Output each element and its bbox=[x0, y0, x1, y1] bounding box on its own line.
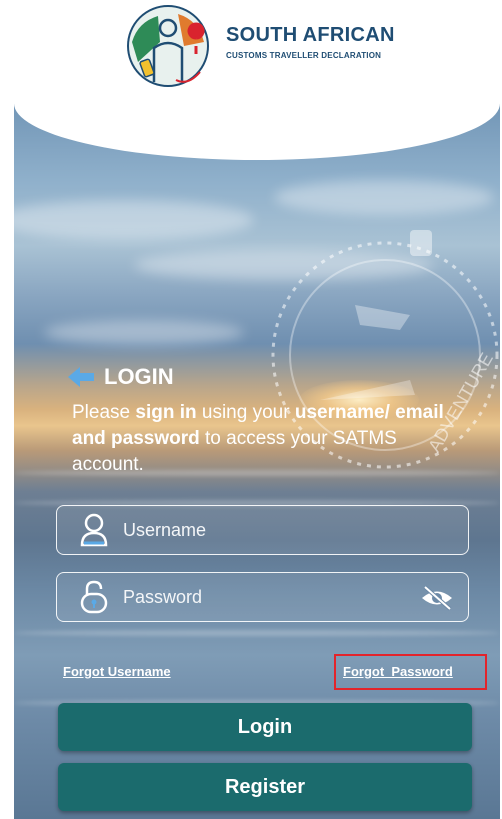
brand-title: SOUTH AFRICAN bbox=[226, 24, 395, 46]
highlight-box bbox=[334, 654, 487, 690]
intro-text: Please bbox=[72, 402, 136, 423]
cloud bbox=[44, 320, 244, 345]
login-button[interactable]: Login bbox=[58, 703, 472, 751]
intro-bold: sign in bbox=[135, 402, 197, 423]
username-input[interactable] bbox=[121, 518, 405, 542]
cloud bbox=[14, 200, 254, 240]
forgot-username-link[interactable]: Forgot Username bbox=[63, 664, 171, 679]
username-field[interactable] bbox=[56, 505, 469, 555]
eye-off-icon[interactable] bbox=[420, 585, 454, 611]
password-input[interactable] bbox=[121, 585, 405, 609]
login-title: LOGIN bbox=[104, 364, 174, 389]
back-arrow-icon[interactable] bbox=[66, 365, 96, 389]
wave bbox=[14, 630, 500, 636]
login-heading: LOGIN bbox=[66, 364, 174, 390]
intro-text: using your bbox=[196, 402, 295, 423]
traveller-logo-icon bbox=[127, 5, 209, 87]
padlock-icon bbox=[80, 580, 108, 614]
register-button[interactable]: Register bbox=[58, 763, 472, 811]
user-icon bbox=[80, 513, 108, 547]
password-field[interactable] bbox=[56, 572, 469, 622]
brand-subtitle: CUSTOMS TRAVELLER DECLARATION bbox=[226, 51, 382, 60]
login-instructions: Please sign in using your username/ emai… bbox=[72, 400, 452, 478]
login-screen: ADVENTURE SOUTH AFRICAN CUSTOMS TRAVELLE… bbox=[14, 0, 500, 819]
header-card: SOUTH AFRICAN CUSTOMS TRAVELLER DECLARAT… bbox=[14, 0, 500, 160]
cloud bbox=[274, 180, 494, 215]
